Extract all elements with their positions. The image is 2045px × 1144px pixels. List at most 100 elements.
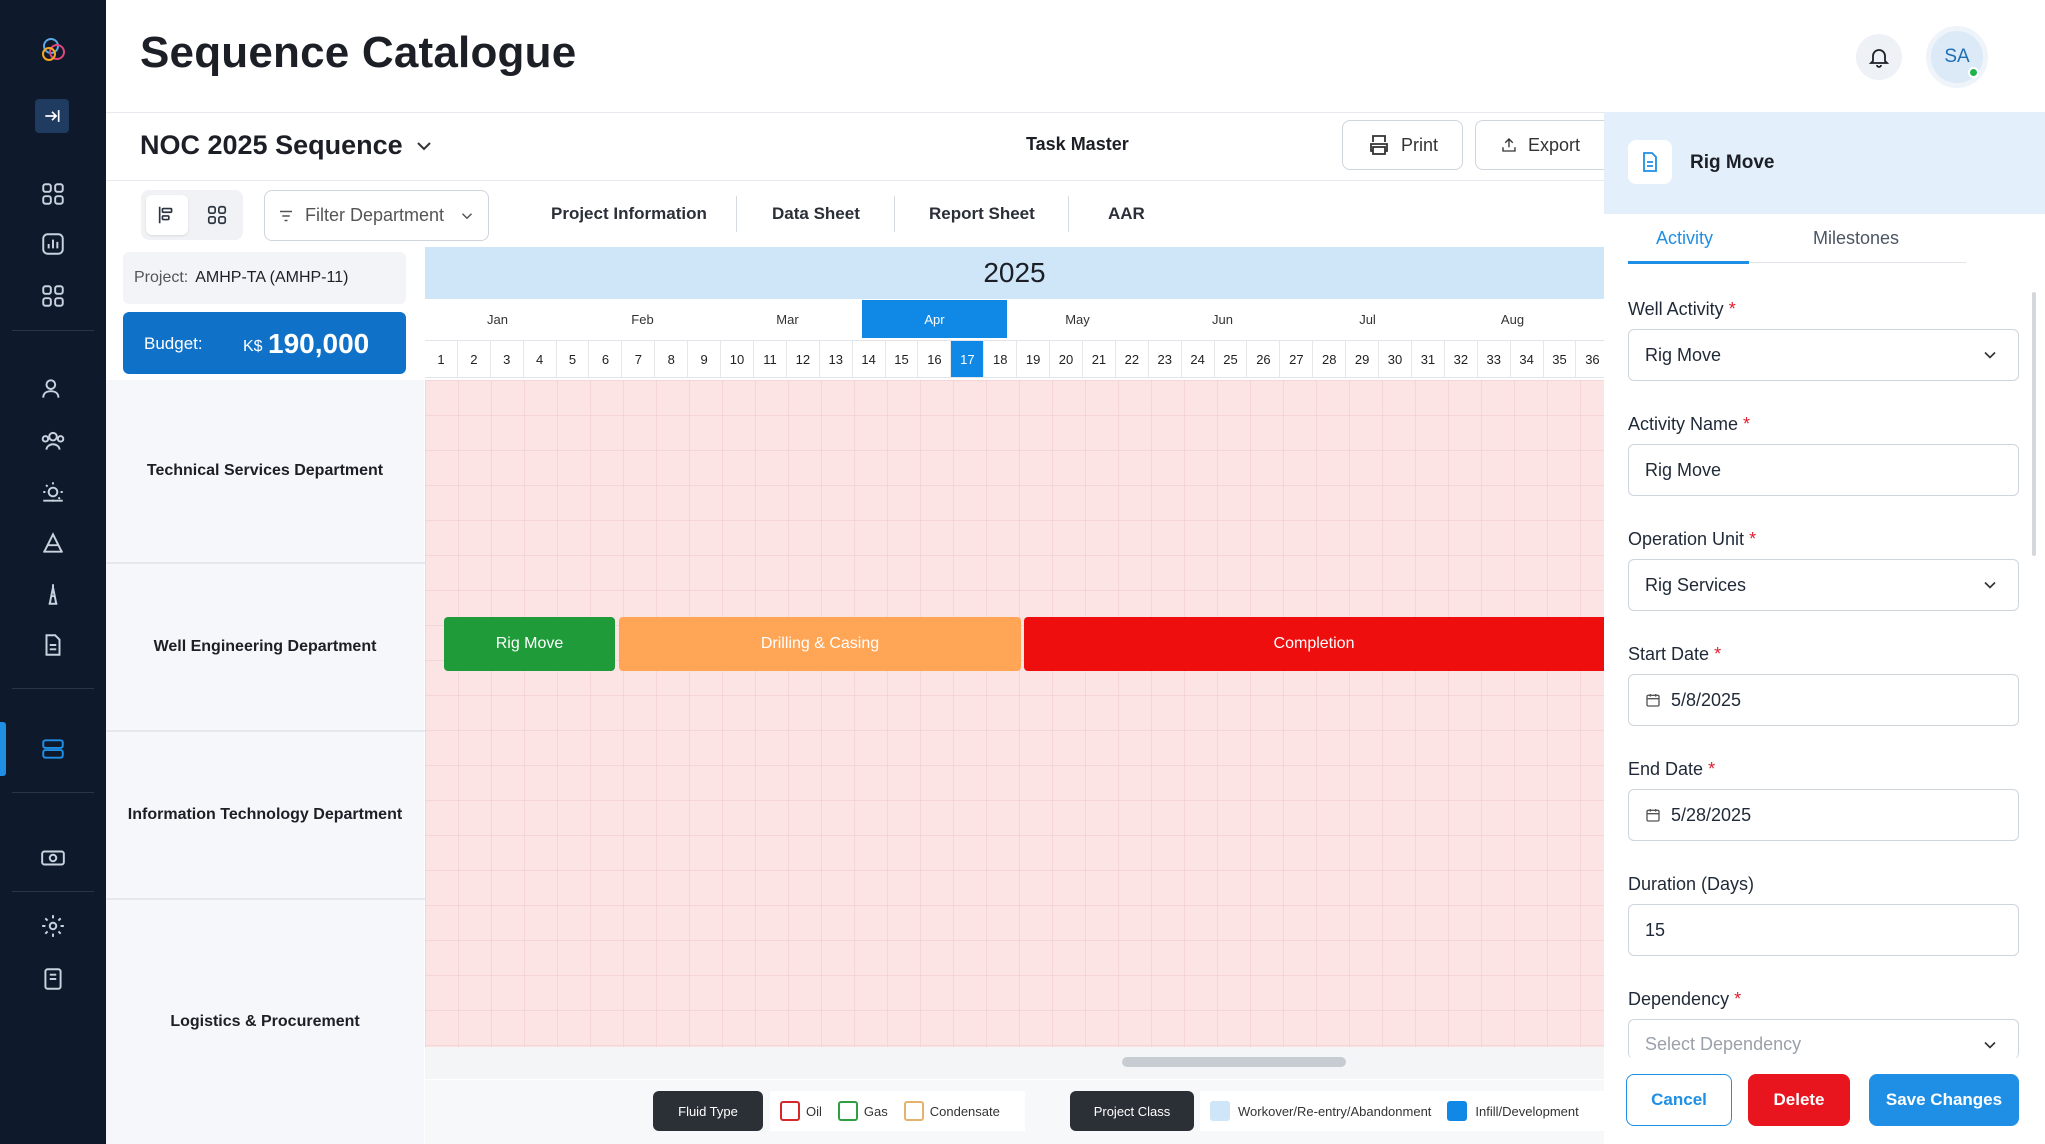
panel-title: Rig Move: [1690, 152, 1775, 173]
horizontal-scrollbar[interactable]: [425, 1047, 1604, 1079]
apps-icon[interactable]: [33, 276, 73, 316]
week-30: 30: [1379, 341, 1412, 377]
tab-aar[interactable]: AAR: [1108, 204, 1145, 224]
operation-unit-select[interactable]: Rig Services: [1628, 559, 2019, 611]
team-icon[interactable]: [33, 421, 73, 461]
calendar-icon: [1646, 694, 1660, 707]
dependency-placeholder: Select Dependency: [1645, 1034, 1802, 1054]
department-row: Technical Services Department: [106, 380, 424, 562]
well-activity-label: Well Activity *: [1628, 299, 1736, 319]
tab-project-information[interactable]: Project Information: [551, 204, 707, 224]
duration-value: 15: [1645, 919, 1666, 940]
start-date-input[interactable]: 5/8/2025: [1628, 674, 2019, 726]
chevron-down-icon: [1984, 1041, 1996, 1049]
week-9: 9: [688, 341, 722, 377]
budget-value: 190,000: [268, 328, 370, 359]
week-3: 3: [491, 341, 524, 377]
week-26: 26: [1248, 341, 1281, 377]
end-date-input[interactable]: 5/28/2025: [1628, 789, 2019, 841]
tab-milestones[interactable]: Milestones: [1813, 228, 1899, 249]
fluid-type-legend: Oil Gas Condensate: [770, 1091, 1025, 1131]
tab-report-sheet[interactable]: Report Sheet: [929, 204, 1035, 224]
avatar[interactable]: SA: [1926, 26, 1988, 88]
week-36: 36: [1577, 341, 1605, 377]
month-mar: Mar: [776, 311, 799, 327]
project-class-legend: Workover/Re-entry/Abandonment Infill/Dev…: [1200, 1091, 1604, 1131]
chevron-down-icon[interactable]: [412, 134, 436, 158]
week-33: 33: [1478, 341, 1511, 377]
well-activity-value: Rig Move: [1645, 344, 1722, 365]
project-value: AMHP-TA (AMHP-11): [195, 269, 349, 286]
rig-chart-icon[interactable]: [33, 523, 73, 563]
month-jan: Jan: [487, 311, 508, 327]
activity-bar-drilling-casing[interactable]: Drilling & Casing: [619, 617, 1021, 671]
week-32: 32: [1445, 341, 1478, 377]
collapse-icon[interactable]: [35, 99, 69, 133]
start-date-value: 5/8/2025: [1671, 689, 1742, 710]
chevron-down-icon: [1984, 581, 1996, 589]
print-button[interactable]: Print: [1342, 120, 1464, 170]
sequence-selector[interactable]: NOC 2025 Sequence: [140, 130, 403, 161]
activity-bar-rig-move[interactable]: Rig Move: [444, 617, 615, 671]
document-icon[interactable]: [33, 625, 73, 665]
panel-scrollbar[interactable]: [2032, 292, 2036, 556]
delete-button[interactable]: Delete: [1748, 1074, 1850, 1126]
activity-bar-completion[interactable]: Completion: [1024, 617, 1604, 671]
notification-bell-icon[interactable]: [1856, 34, 1902, 80]
end-date-value: 5/28/2025: [1671, 804, 1752, 825]
oil-label: Oil: [806, 1103, 822, 1119]
document-icon: [1628, 140, 1672, 184]
filter-department-label: Filter Department: [305, 205, 445, 225]
week-1: 1: [425, 341, 458, 377]
week-14: 14: [853, 341, 886, 377]
export-button[interactable]: Export: [1475, 120, 1604, 170]
tab-activity[interactable]: Activity: [1656, 228, 1713, 249]
tab-separator: [894, 196, 895, 232]
activity-name-input[interactable]: Rig Move: [1628, 444, 2019, 496]
week-16: 16: [919, 341, 952, 377]
analytics-icon[interactable]: [33, 224, 73, 264]
condensate-label: Condensate: [929, 1103, 1000, 1119]
week-25: 25: [1215, 341, 1248, 377]
dependency-select[interactable]: Select Dependency: [1628, 1019, 2019, 1059]
chevron-down-icon: [461, 212, 473, 219]
gantt-icon: [158, 206, 173, 224]
weather-icon[interactable]: [33, 472, 73, 512]
grid-view-button[interactable]: [196, 195, 238, 235]
sidebar-divider: [12, 330, 94, 331]
budget-icon[interactable]: [33, 838, 73, 878]
user-icon[interactable]: [33, 369, 73, 409]
dashboard-icon[interactable]: [33, 174, 73, 214]
month-header: Jan Feb Mar Apr May Jun Jul Aug: [425, 300, 1604, 338]
oil-swatch: [780, 1101, 800, 1121]
week-23: 23: [1149, 341, 1182, 377]
sidebar-divider: [12, 891, 94, 892]
sidebar-divider: [12, 792, 94, 793]
logo-icon[interactable]: [33, 30, 73, 70]
well-activity-select[interactable]: Rig Move: [1628, 329, 2019, 381]
filter-department-select[interactable]: Filter Department: [264, 190, 489, 241]
save-changes-button[interactable]: Save Changes: [1869, 1074, 2019, 1126]
operation-unit-value: Rig Services: [1645, 574, 1747, 595]
month-jun: Jun: [1212, 311, 1233, 327]
sequence-icon[interactable]: [33, 729, 73, 769]
gantt-view-button[interactable]: [146, 195, 188, 235]
week-21: 21: [1083, 341, 1116, 377]
cancel-button[interactable]: Cancel: [1626, 1074, 1732, 1126]
operation-unit-label: Operation Unit *: [1628, 529, 1757, 549]
month-feb: Feb: [631, 311, 654, 327]
month-may: May: [1065, 311, 1090, 327]
condensate-swatch: [903, 1101, 924, 1121]
budget-card: Budget: K$ 190,000: [123, 312, 406, 374]
duration-input[interactable]: 15: [1628, 904, 2019, 956]
tab-data-sheet[interactable]: Data Sheet: [772, 204, 860, 224]
active-tab-underline: [1628, 261, 1749, 264]
scrollbar-thumb[interactable]: [1122, 1057, 1346, 1067]
department-row: Logistics & Procurement: [106, 900, 424, 1144]
upload-icon: [1502, 138, 1516, 152]
tower-icon[interactable]: [33, 574, 73, 614]
settings-icon[interactable]: [33, 906, 73, 946]
month-jul: Jul: [1359, 311, 1376, 327]
week-20: 20: [1050, 341, 1083, 377]
notes-icon[interactable]: [33, 959, 73, 999]
